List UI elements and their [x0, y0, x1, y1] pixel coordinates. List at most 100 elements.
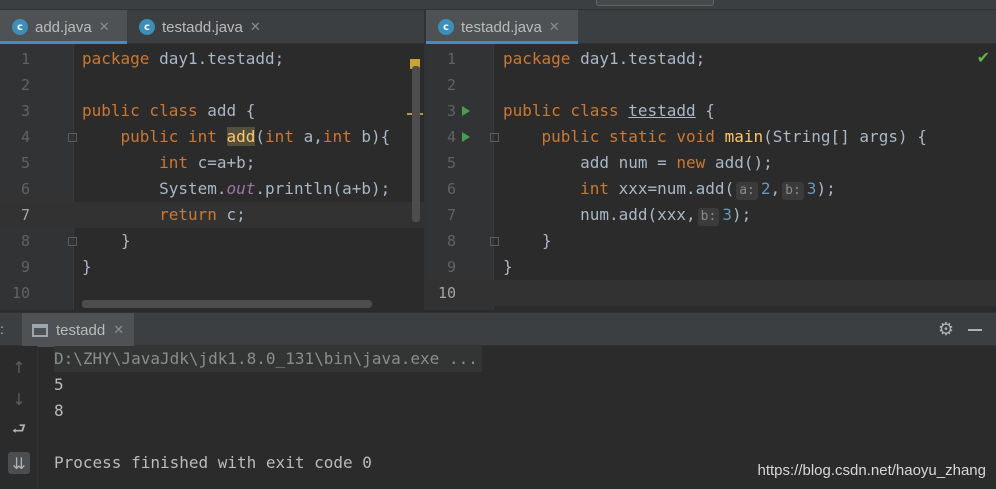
code-text: add num = new add(); — [580, 153, 773, 172]
line-number: 4 — [20, 128, 30, 146]
java-class-icon: c — [438, 19, 454, 35]
close-icon[interactable]: ✕ — [549, 19, 560, 35]
horizontal-scrollbar[interactable] — [82, 300, 372, 308]
toolbar-search-box[interactable] — [596, 0, 714, 6]
fold-marker-icon[interactable] — [68, 237, 77, 246]
close-icon[interactable]: ✕ — [250, 19, 261, 35]
run-tab-label: testadd — [56, 321, 106, 339]
code-text: System.out.println(a+b); — [159, 179, 391, 198]
minimize-icon[interactable] — [968, 329, 982, 331]
gear-icon[interactable]: ⚙ — [938, 319, 954, 340]
tab-add-java[interactable]: c add.java ✕ — [0, 10, 127, 44]
inspection-ok-icon[interactable]: ✔ — [977, 48, 990, 67]
console-window-icon — [32, 323, 48, 337]
tab-label: testadd.java — [461, 18, 542, 36]
tool-window-label: : — [0, 321, 4, 337]
parameter-hint: a: — [736, 182, 758, 200]
code-text: return c; — [159, 205, 246, 224]
line-number: 5 — [20, 154, 30, 172]
close-icon[interactable]: ✕ — [99, 19, 110, 35]
code-text: package day1.testadd; — [82, 49, 285, 68]
console-line: 5 — [54, 375, 64, 394]
code-line: 3 public class add { — [0, 98, 424, 124]
code-text: } — [121, 231, 131, 250]
code-line: 1 package day1.testadd; — [0, 46, 424, 72]
code-line: 2 — [426, 72, 996, 98]
code-line: 4 public int add(int a,int b){ — [0, 124, 424, 150]
line-number: 3 — [20, 102, 30, 120]
line-number: 8 — [446, 232, 456, 250]
right-code-editor[interactable]: 1 package day1.testadd; 2 3 public class… — [426, 44, 996, 310]
code-text: public int add(int a,int b){ — [120, 127, 391, 146]
tab-label: add.java — [35, 18, 92, 36]
code-line-current: 7 return c; — [0, 202, 424, 228]
parameter-hint: b: — [697, 208, 720, 226]
console-line: Process finished with exit code 0 — [54, 453, 372, 472]
code-text: public class add { — [82, 101, 256, 120]
code-text: package day1.testadd; — [503, 49, 706, 68]
right-editor-tabbar: c testadd.java ✕ — [426, 10, 996, 44]
line-number: 1 — [20, 50, 30, 68]
java-class-icon: c — [139, 19, 155, 35]
vertical-scrollbar[interactable] — [412, 66, 420, 222]
line-number: 5 — [446, 154, 456, 172]
toolbar-strip — [0, 0, 996, 10]
line-number: 9 — [446, 258, 456, 276]
tab-testadd-java[interactable]: c testadd.java ✕ — [127, 10, 277, 44]
close-icon[interactable]: ✕ — [113, 322, 124, 338]
run-tool-window: : testadd ✕ ⚙ ↑ ↓ ⮐ ⇊ D:\ZHY\JavaJdk\jdk… — [0, 312, 996, 489]
run-main-icon[interactable] — [462, 132, 470, 142]
line-number: 7 — [446, 206, 456, 224]
scroll-to-end-icon[interactable]: ⇊ — [8, 452, 30, 474]
line-number: 8 — [20, 232, 30, 250]
tab-label: testadd.java — [162, 18, 243, 36]
code-text: int xxx=num.add(a: 2, b: 3); — [580, 179, 836, 200]
code-line: 1 package day1.testadd; — [426, 46, 996, 72]
code-line: 6 int xxx=num.add(a: 2, b: 3); — [426, 176, 996, 202]
code-text: int c=a+b; — [159, 153, 256, 172]
parameter-hint: b: — [782, 182, 804, 200]
code-line: 8 } — [426, 228, 996, 254]
code-line: 7 num.add(xxx, b: 3); — [426, 202, 996, 228]
code-line: 3 public class testadd { — [426, 98, 996, 124]
line-number: 10 — [437, 284, 456, 302]
code-text: } — [82, 257, 92, 276]
code-line: 5 add num = new add(); — [426, 150, 996, 176]
code-line-current: 10 — [426, 280, 996, 306]
console-line: 8 — [54, 401, 64, 420]
left-code-editor[interactable]: 1 package day1.testadd; 2 3 public class… — [0, 44, 424, 310]
right-editor-pane: c testadd.java ✕ 1 package day1.testadd;… — [426, 10, 996, 310]
line-number: 1 — [446, 50, 456, 68]
line-number: 9 — [20, 258, 30, 276]
line-number: 4 — [446, 128, 456, 146]
code-text: } — [542, 231, 552, 250]
fold-marker-icon[interactable] — [490, 237, 499, 246]
scroll-down-icon[interactable]: ↓ — [8, 388, 30, 410]
code-text: public class testadd { — [503, 101, 715, 120]
code-line: 2 — [0, 72, 424, 98]
soft-wrap-icon[interactable]: ⮐ — [8, 419, 30, 442]
line-number: 6 — [446, 180, 456, 198]
run-tool-header: : testadd ✕ ⚙ — [0, 312, 996, 347]
code-line: 9 } — [0, 254, 424, 280]
line-number: 6 — [20, 180, 30, 198]
watermark: https://blog.csdn.net/haoyu_zhang — [757, 462, 986, 479]
scroll-up-icon[interactable]: ↑ — [8, 356, 30, 378]
java-class-icon: c — [12, 19, 28, 35]
code-line: 6 System.out.println(a+b); — [0, 176, 424, 202]
line-number: 10 — [11, 284, 30, 302]
line-number: 2 — [20, 76, 30, 94]
left-editor-pane: c add.java ✕ c testadd.java ✕ 1 package … — [0, 10, 424, 310]
code-text: public static void main(String[] args) { — [541, 127, 927, 146]
run-class-icon[interactable] — [462, 106, 470, 116]
fold-marker-icon[interactable] — [68, 133, 77, 142]
code-line: 5 int c=a+b; — [0, 150, 424, 176]
fold-marker-icon[interactable] — [490, 133, 499, 142]
run-tab-testadd[interactable]: testadd ✕ — [22, 313, 135, 347]
code-text: num.add(xxx, b: 3); — [580, 205, 752, 226]
line-number: 7 — [20, 206, 30, 224]
console-command-line[interactable]: D:\ZHY\JavaJdk\jdk1.8.0_131\bin\java.exe… — [54, 346, 482, 372]
tab-testadd-java[interactable]: c testadd.java ✕ — [426, 10, 578, 44]
code-line: 8 } — [0, 228, 424, 254]
code-line: 9 } — [426, 254, 996, 280]
